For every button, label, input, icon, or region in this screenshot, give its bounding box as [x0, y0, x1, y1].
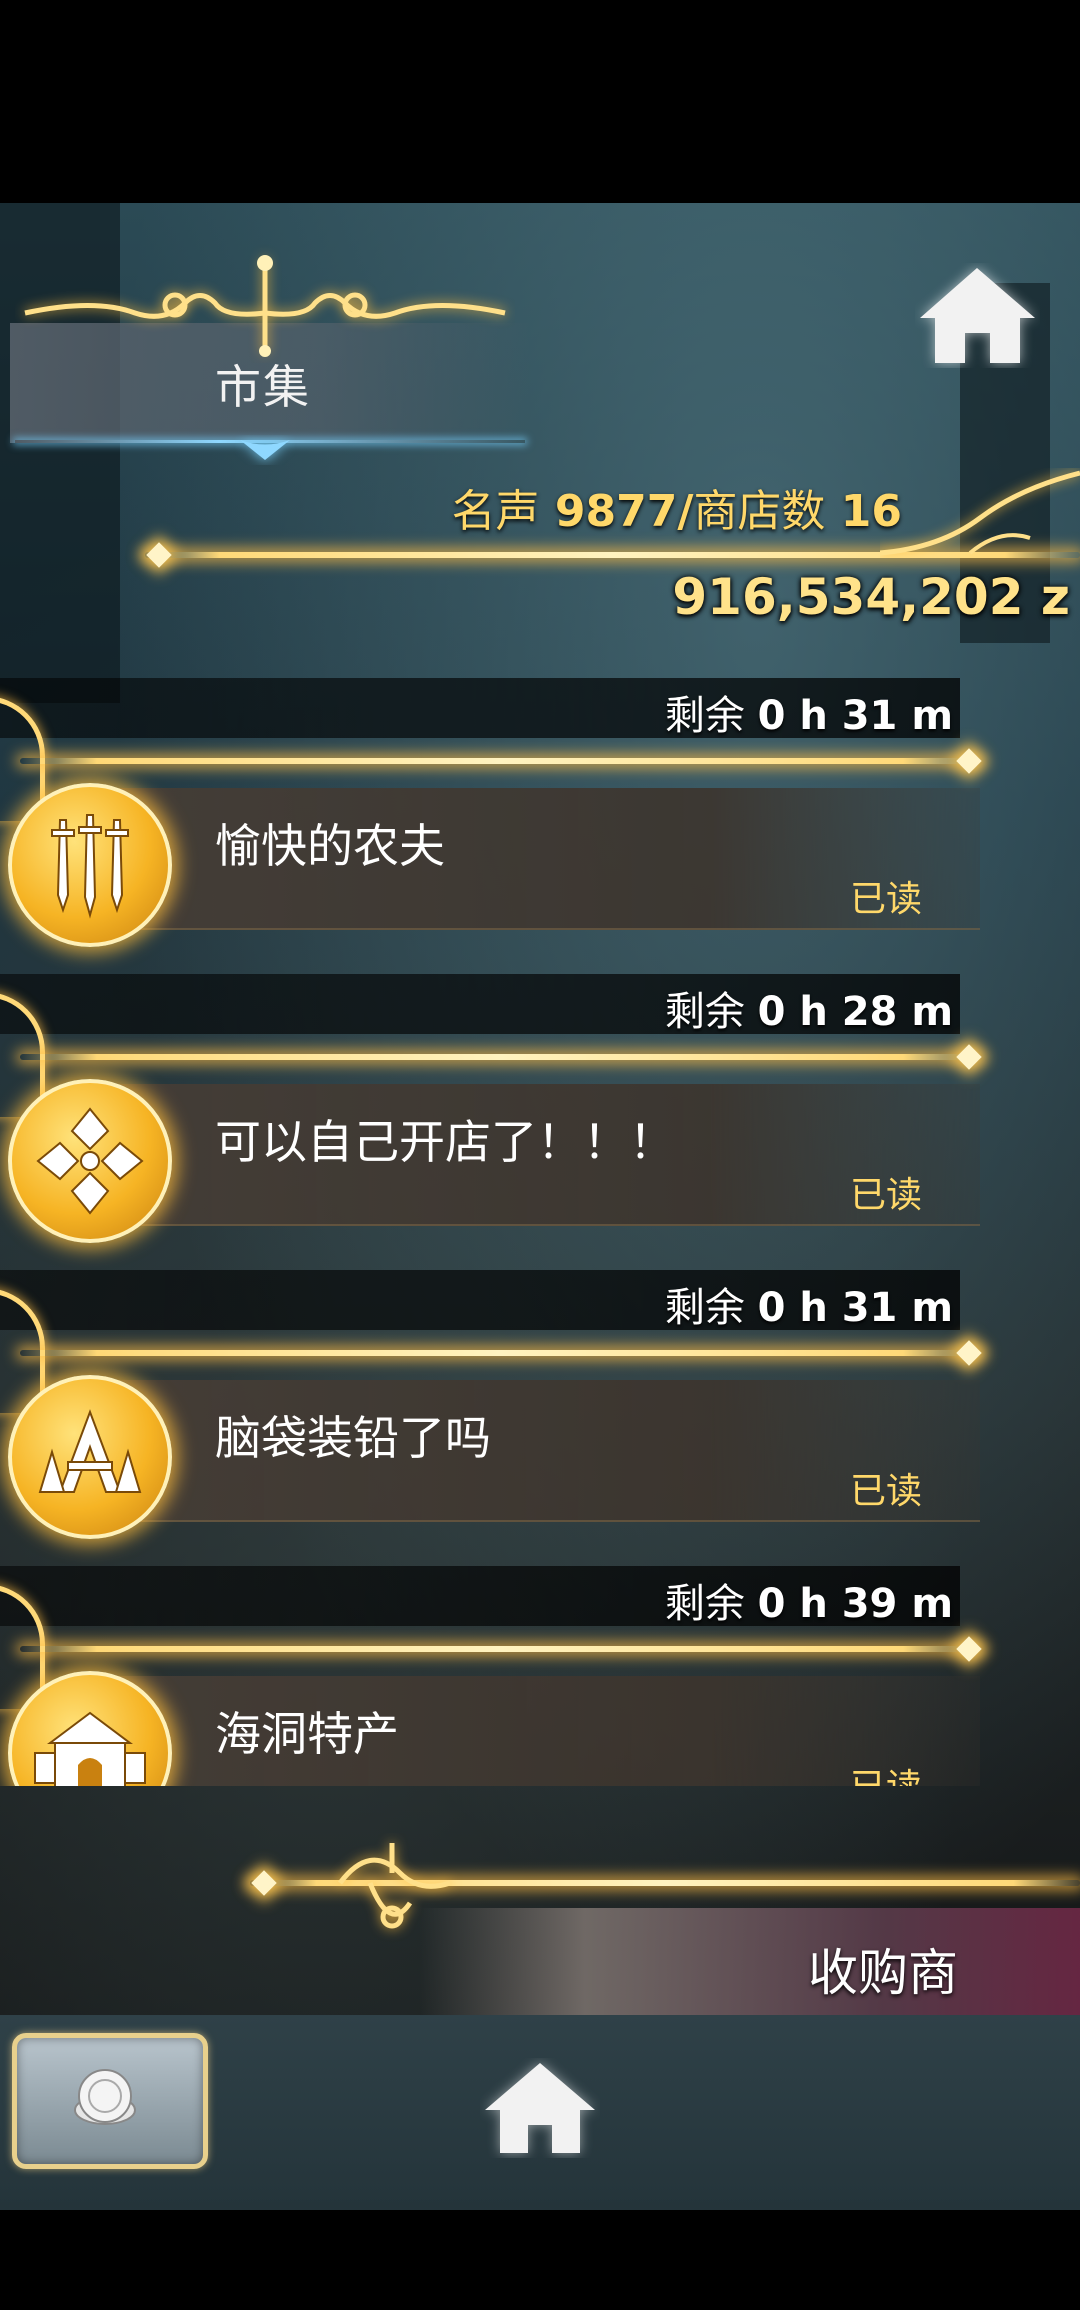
shop-name: 可以自己开店了！！！ [215, 1115, 675, 1169]
home-icon[interactable] [480, 2058, 600, 2158]
shop-card[interactable]: 愉快的农夫 已读 [80, 788, 980, 930]
shop-list[interactable]: 剩余 0 h 31 m 愉快的农夫 已读 剩余 0 h 28 m 可以自己开店了… [0, 678, 1080, 1786]
item-gold-diamond [956, 748, 982, 774]
read-status: 已读 [850, 1175, 923, 1216]
a-emblem-icon [38, 1409, 142, 1493]
shop-card[interactable]: 海洞特产 已读 [80, 1676, 980, 1786]
item-gold-diamond [956, 1044, 982, 1070]
timer-value: 0 h 39 m [757, 1581, 953, 1627]
fame-separator: / [677, 486, 694, 537]
timer-label: 剩余 [664, 989, 745, 1035]
timer-value: 0 h 31 m [757, 693, 953, 739]
money-display: 916,534,202 z [672, 568, 1070, 626]
shop-count-label: 商店数 [693, 486, 826, 537]
game-screen: 市集 名声 9877/商店数 16 916,534,202 z 剩余 0 h 3… [0, 203, 1080, 2210]
read-status: 已读 [850, 879, 923, 920]
coins-icon [74, 2069, 136, 2125]
timer-value: 0 h 31 m [757, 1285, 953, 1331]
shop-item[interactable]: 剩余 0 h 31 m 脑袋装铅了吗 已读 [0, 1270, 1080, 1566]
timer-label: 剩余 [664, 1285, 745, 1331]
castle-gate-icon [34, 1711, 146, 1786]
swords-icon [51, 814, 129, 919]
time-remaining: 剩余 0 h 28 m [665, 979, 953, 1037]
time-remaining: 剩余 0 h 39 m [665, 1571, 953, 1629]
shop-item[interactable]: 剩余 0 h 39 m 海洞特产 已读 [0, 1566, 1080, 1786]
home-button[interactable] [915, 263, 1040, 368]
cross-emblem-icon [36, 1107, 144, 1215]
read-status: 已读 [850, 1471, 923, 1512]
buyer-tab-label[interactable]: 收购商 [808, 1933, 958, 2005]
header-gold-diamond [146, 542, 172, 568]
item-gold-line [20, 1350, 980, 1356]
buyer-gold-diamond [251, 1870, 277, 1896]
item-gold-line [20, 1646, 980, 1652]
item-gold-diamond [956, 1636, 982, 1662]
page-title: 市集 [215, 360, 311, 414]
title-ornament-icon [24, 255, 506, 357]
read-status: 已读 [850, 1758, 922, 1786]
title-gem-icon [240, 440, 290, 460]
timer-label: 剩余 [664, 1581, 745, 1627]
buyer-tab[interactable] [420, 1908, 1080, 2028]
shop-name: 脑袋装铅了吗 [215, 1411, 491, 1465]
shop-name: 愉快的农夫 [215, 819, 445, 873]
shop-card[interactable]: 脑袋装铅了吗 已读 [80, 1380, 980, 1522]
header-swirl-icon [880, 470, 1080, 556]
item-gold-line [20, 1054, 980, 1060]
item-gold-line [20, 758, 980, 764]
shop-item[interactable]: 剩余 0 h 28 m 可以自己开店了！！！ 已读 [0, 974, 1080, 1270]
shop-emblem [8, 1079, 172, 1243]
fame-shop-count: 名声 9877/商店数 16 [452, 475, 902, 539]
shop-name: 海洞特产 [215, 1707, 399, 1761]
fame-label: 名声 [451, 486, 540, 537]
shop-item[interactable]: 剩余 0 h 31 m 愉快的农夫 已读 [0, 678, 1080, 974]
time-remaining: 剩余 0 h 31 m [665, 1275, 953, 1333]
item-gold-diamond [956, 1340, 982, 1366]
timer-label: 剩余 [664, 693, 745, 739]
time-remaining: 剩余 0 h 31 m [665, 683, 953, 741]
shop-card[interactable]: 可以自己开店了！！！ 已读 [80, 1084, 980, 1226]
coin-shop-button[interactable] [12, 2033, 208, 2169]
shop-emblem [8, 1375, 172, 1539]
fame-value: 9877 [554, 486, 678, 537]
timer-value: 0 h 28 m [757, 989, 953, 1035]
shop-emblem [8, 783, 172, 947]
